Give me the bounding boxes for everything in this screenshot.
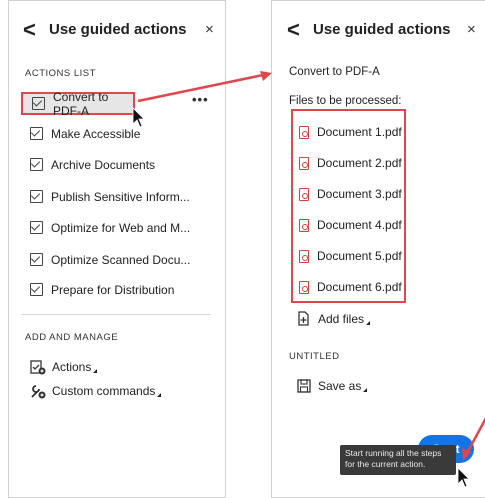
custom-commands-tool[interactable]: Custom commands — [30, 383, 162, 399]
file-name: Document 2.pdf — [317, 156, 402, 170]
back-icon[interactable]: < — [287, 19, 300, 41]
custom-commands-label: Custom commands — [52, 384, 156, 398]
save-as-label: Save as — [318, 379, 362, 393]
add-manage-label: ADD AND MANAGE — [25, 332, 119, 343]
close-icon[interactable]: × — [205, 21, 214, 38]
pdf-icon — [299, 187, 309, 201]
action-item-convert-to-pdfa[interactable]: Convert to PDF-A — [21, 89, 135, 118]
divider — [21, 314, 211, 315]
pdf-icon — [299, 156, 309, 170]
checklist-icon — [30, 190, 43, 203]
panel-title: Use guided actions — [313, 21, 451, 38]
action-label: Optimize for Web and M... — [51, 220, 191, 235]
file-name: Document 4.pdf — [317, 218, 402, 232]
checklist-icon — [30, 221, 43, 234]
pdf-icon — [299, 249, 309, 263]
caret-icon — [157, 393, 162, 397]
action-label: Convert to PDF-A — [53, 89, 109, 118]
file-name: Document 1.pdf — [317, 125, 402, 139]
files-label: Files to be processed: — [289, 95, 402, 107]
file-list: Document 1.pdf Document 2.pdf Document 3… — [291, 109, 406, 303]
caret-icon — [363, 388, 368, 392]
more-options-icon[interactable]: ••• — [192, 92, 209, 107]
pdf-icon — [299, 280, 309, 294]
actions-icon — [30, 359, 46, 375]
checklist-icon — [30, 253, 43, 266]
action-label: Archive Documents — [51, 157, 156, 172]
caret-icon — [93, 369, 98, 373]
action-label: Make Accessible — [51, 126, 141, 141]
action-label: Prepare for Distribution — [51, 282, 175, 297]
save-as-button[interactable]: Save as — [296, 378, 368, 394]
actions-label: Actions — [52, 360, 92, 374]
action-label: Optimize Scanned Docu... — [51, 252, 191, 267]
file-item[interactable]: Document 4.pdf — [299, 218, 402, 232]
checklist-icon — [30, 283, 43, 296]
action-name: Convert to PDF-A — [289, 66, 380, 78]
file-item[interactable]: Document 3.pdf — [299, 187, 402, 201]
checklist-icon — [30, 127, 43, 140]
start-tooltip: Start running all the steps for the curr… — [340, 445, 456, 475]
untitled-label: UNTITLED — [289, 351, 340, 362]
actions-list-label: ACTIONS LIST — [25, 68, 96, 79]
caret-icon — [366, 321, 371, 325]
pdf-icon — [299, 218, 309, 232]
back-icon[interactable]: < — [23, 19, 36, 41]
file-item[interactable]: Document 1.pdf — [299, 125, 402, 139]
close-icon[interactable]: × — [467, 21, 476, 38]
left-panel: < Use guided actions × ACTIONS LIST Conv… — [8, 0, 226, 498]
file-item[interactable]: Document 5.pdf — [299, 249, 402, 263]
right-panel: < Use guided actions × Convert to PDF-A … — [271, 0, 485, 498]
file-name: Document 3.pdf — [317, 187, 402, 201]
file-item[interactable]: Document 6.pdf — [299, 280, 402, 294]
checklist-icon — [32, 97, 45, 110]
action-item-prepare-distribution[interactable]: Prepare for Distribution — [21, 278, 197, 301]
add-files-label: Add files — [318, 312, 365, 326]
action-item-publish-sensitive[interactable]: Publish Sensitive Inform... — [21, 185, 197, 208]
action-label: Publish Sensitive Inform... — [51, 189, 190, 204]
action-item-optimize-scanned[interactable]: Optimize Scanned Docu... — [21, 248, 197, 271]
actions-tool[interactable]: Actions — [30, 359, 98, 375]
file-name: Document 5.pdf — [317, 249, 402, 263]
save-icon — [296, 378, 312, 394]
pdf-icon — [299, 125, 309, 139]
panel-title: Use guided actions — [49, 21, 187, 38]
action-item-archive-documents[interactable]: Archive Documents — [21, 153, 197, 176]
add-files-icon — [296, 311, 312, 327]
add-files-button[interactable]: Add files — [296, 311, 371, 327]
action-item-make-accessible[interactable]: Make Accessible — [21, 122, 197, 145]
file-name: Document 6.pdf — [317, 280, 402, 294]
custom-commands-icon — [30, 383, 46, 399]
action-item-optimize-web[interactable]: Optimize for Web and M... — [21, 216, 197, 239]
checklist-icon — [30, 158, 43, 171]
file-item[interactable]: Document 2.pdf — [299, 156, 402, 170]
